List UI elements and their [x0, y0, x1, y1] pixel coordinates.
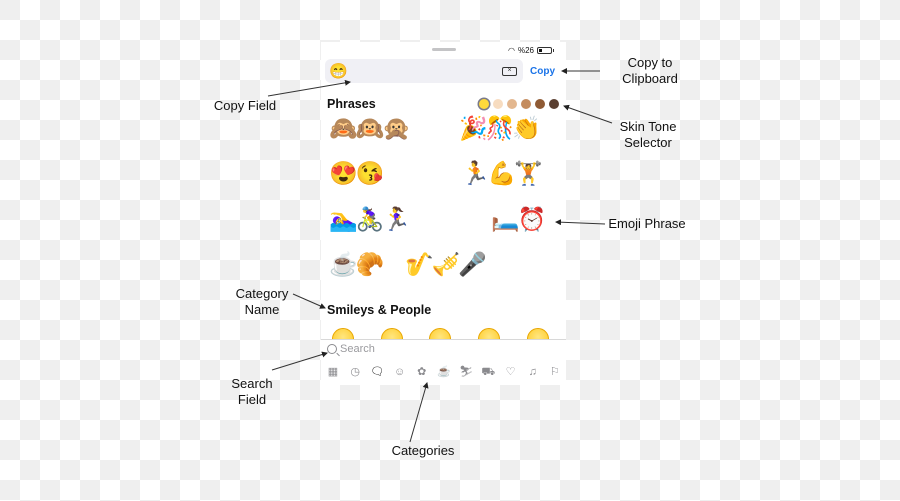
emoji-phrase[interactable]: 🙈🙉🙊 — [329, 117, 411, 140]
skin-tone-medium-light[interactable] — [507, 99, 517, 109]
search-placeholder: Search — [340, 343, 375, 355]
category-smileys-icon[interactable]: ☺ — [392, 365, 408, 379]
copy-field[interactable]: 😁 × — [325, 59, 523, 83]
copy-row: 😁 × Copy — [325, 59, 562, 83]
status-bar: ◠ %26 — [508, 44, 554, 56]
category-frequently-used-icon[interactable]: ▦ — [325, 365, 341, 379]
category-title-smileys: Smileys & People — [327, 303, 432, 317]
copy-button[interactable]: Copy — [530, 66, 555, 77]
emoji-phrase[interactable]: ☕🥐 — [329, 253, 384, 276]
emoji-keyboard-screen: ◠ %26 😁 × Copy Phrases 🙈🙉🙊 🎉🎊👏 😍😘 🏃💪🏋️ 🏊… — [321, 42, 566, 385]
annotation-search-field: Search Field — [231, 376, 273, 407]
annotation-categories: Categories — [391, 443, 455, 458]
emoji-phrase[interactable]: 🎷🎺🎤 — [405, 253, 487, 276]
skin-tone-dark[interactable] — [549, 99, 559, 109]
skin-tone-medium[interactable] — [521, 99, 531, 109]
category-activity-icon[interactable]: ⛷ — [458, 365, 474, 379]
copy-field-value: 😁 — [329, 62, 348, 80]
emoji-phrase[interactable]: 🏃💪🏋️ — [461, 162, 543, 185]
category-objects-icon[interactable]: ♡ — [503, 365, 519, 379]
category-animals-nature-icon[interactable]: ✿ — [414, 365, 430, 379]
category-symbols-icon[interactable]: ♫ — [525, 365, 541, 379]
skin-tone-light[interactable] — [493, 99, 503, 109]
category-bar: ▦ ◷ 🗨 ☺ ✿ ☕ ⛷ ⛟ ♡ ♫ ⚐ — [325, 365, 563, 379]
category-phrases-icon[interactable]: 🗨 — [369, 365, 385, 379]
category-flags-icon[interactable]: ⚐ — [547, 365, 563, 379]
battery-percentage: %26 — [517, 45, 534, 55]
sheet-grabber[interactable] — [432, 48, 456, 51]
arrow-categories — [409, 382, 429, 443]
annotation-skin-tone-selector: Skin Tone Selector — [619, 119, 677, 150]
emoji-phrase[interactable]: 🛏️⏰ — [491, 208, 546, 231]
wifi-icon: ◠ — [508, 45, 515, 55]
arrow-skin-tone-selector — [563, 104, 613, 124]
skin-tone-medium-dark[interactable] — [535, 99, 545, 109]
emoji-phrase[interactable]: 🎉🎊👏 — [459, 117, 541, 140]
skin-tone-selector — [479, 99, 559, 109]
category-travel-places-icon[interactable]: ⛟ — [480, 365, 496, 379]
annotation-emoji-phrase: Emoji Phrase — [608, 216, 686, 231]
category-food-drink-icon[interactable]: ☕ — [436, 365, 452, 379]
search-field[interactable]: Search — [327, 343, 375, 355]
annotation-category-name: Category Name — [235, 286, 289, 317]
annotation-copy-to-clipboard: Copy to Clipboard — [622, 55, 678, 86]
arrow-search-field — [271, 351, 328, 371]
category-recent-icon[interactable]: ◷ — [347, 365, 363, 379]
emoji-phrase[interactable]: 🏊‍♀️🚴‍♀️🏃‍♀️ — [329, 208, 411, 231]
emoji-phrase[interactable]: 😍😘 — [329, 162, 384, 185]
skin-tone-default[interactable] — [479, 99, 489, 109]
search-icon — [327, 344, 337, 354]
bottom-panel: Search ▦ ◷ 🗨 ☺ ✿ ☕ ⛷ ⛟ ♡ ♫ ⚐ — [321, 339, 566, 385]
category-title-phrases: Phrases — [327, 97, 376, 111]
battery-icon — [537, 46, 554, 54]
backspace-icon[interactable]: × — [502, 66, 517, 76]
annotation-copy-field: Copy Field — [213, 98, 277, 113]
